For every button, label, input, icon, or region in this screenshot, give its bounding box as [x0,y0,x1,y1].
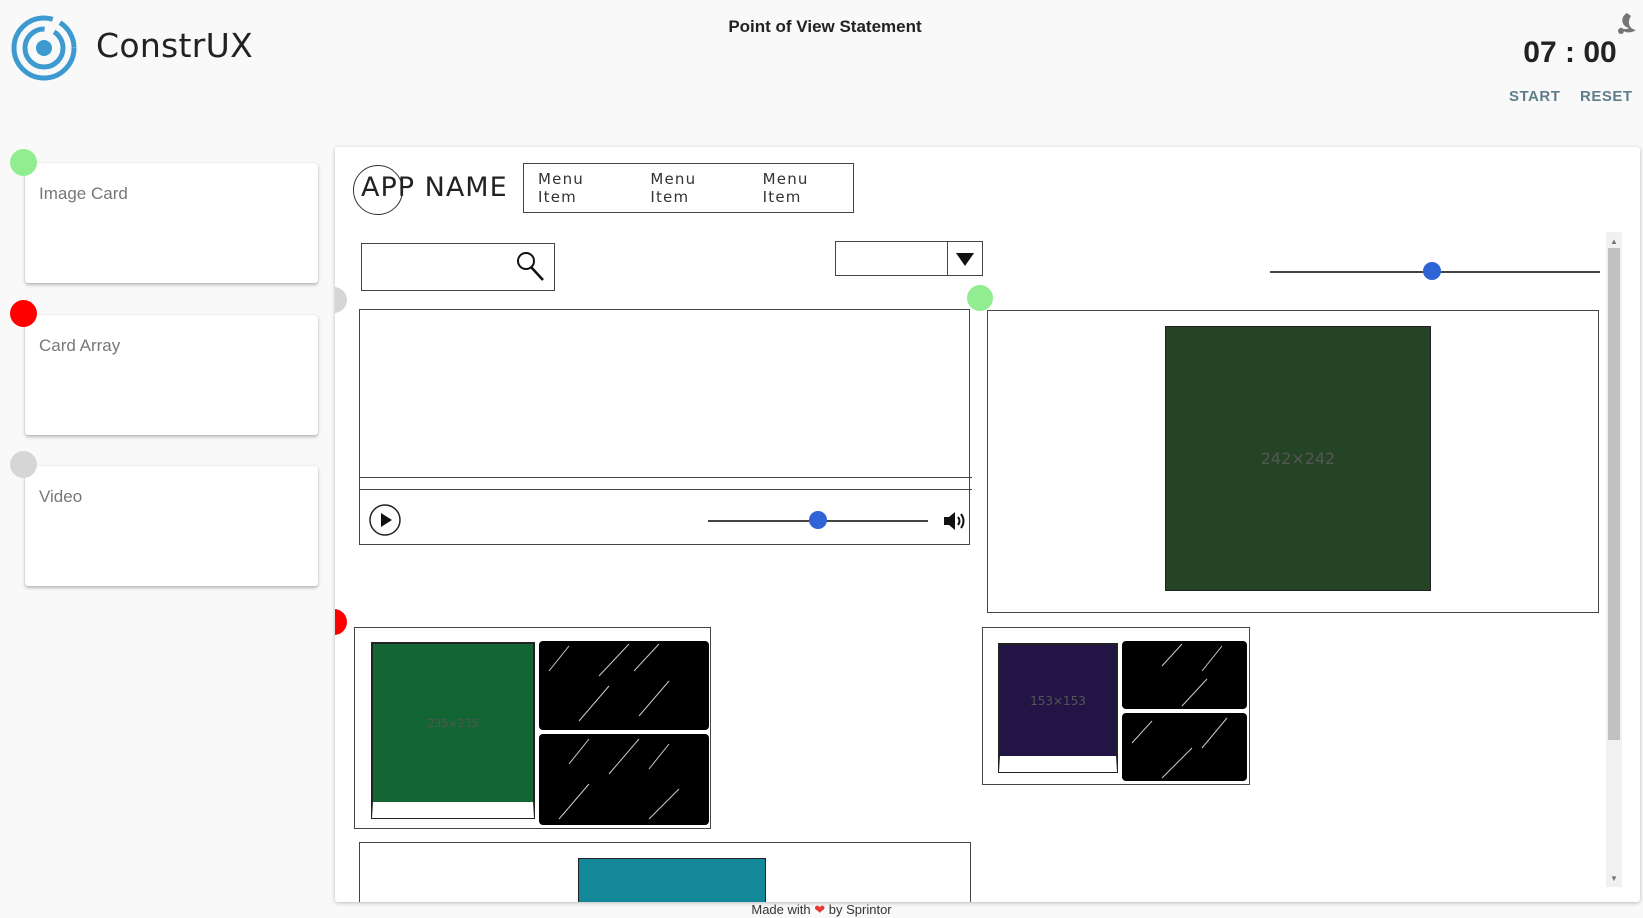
scroll-up-arrow-icon[interactable]: ▲ [1606,234,1622,248]
scribble-block [1122,641,1247,709]
scribble-block [539,734,709,825]
heart-icon: ❤ [814,902,826,917]
timer-display: 07 : 00 [1523,36,1617,69]
menu-item-2[interactable]: Menu Item [650,170,740,206]
scrollbar-thumb[interactable] [1608,248,1620,740]
start-button[interactable]: START [1509,88,1560,105]
status-dot-error [10,300,37,327]
wireframe-canvas: APP NAME Menu Item Menu Item Menu Item 2… [335,147,1640,902]
status-dot-pending [10,451,37,478]
sidebar-item-label: Video [39,487,83,506]
canvas-scrollbar[interactable]: ▲ ▼ [1606,232,1622,887]
scroll-down-arrow-icon[interactable]: ▼ [1606,871,1622,885]
page-title: Point of View Statement [728,17,922,36]
card-array: 153×153 [982,627,1250,785]
volume-slider[interactable] [708,510,928,530]
menu-bar: Menu Item Menu Item Menu Item [523,163,854,213]
card-image-placeholder: 235×235 [371,642,535,819]
triangle-down-icon [956,252,974,266]
menu-item-1[interactable]: Menu Item [538,170,628,206]
dropdown-toggle[interactable] [947,242,982,275]
footer-text-after: by Sprintor [828,902,892,917]
slider-handle[interactable] [1422,262,1441,280]
sidebar-item-card-array[interactable]: Card Array [25,315,318,435]
night-mode-icon[interactable] [1615,12,1637,36]
search-input[interactable] [361,243,555,291]
partial-card [359,842,971,902]
scribble-block [1122,713,1247,781]
video-status-dot [335,287,347,313]
video-player [359,309,972,545]
footer: Made with ❤ by Sprintor [0,902,1643,918]
sidebar-item-image-card[interactable]: Image Card [25,163,318,283]
scribble-block [539,641,709,730]
image-card-status-dot [967,285,993,311]
volume-handle[interactable] [809,511,827,529]
app-name: APP NAME [361,172,508,203]
menu-item-3[interactable]: Menu Item [763,170,853,206]
status-dot-complete [10,149,37,176]
card-array: 235×235 [354,627,711,829]
reset-button[interactable]: RESET [1580,88,1633,105]
volume-icon[interactable] [942,510,966,532]
sidebar-item-video[interactable]: Video [25,466,318,586]
search-icon[interactable] [512,248,548,284]
image-card: 242×242 [987,310,1599,613]
card-image-placeholder: 153×153 [998,643,1118,773]
image-placeholder [578,858,766,902]
play-icon[interactable] [368,503,402,537]
footer-text-before: Made with [751,902,811,917]
image-placeholder: 242×242 [1165,326,1431,591]
sidebar-item-label: Image Card [39,184,128,203]
card-array-status-dot [335,609,347,635]
dropdown-select[interactable] [835,241,983,276]
video-progress-bar[interactable] [359,477,972,490]
sidebar-item-label: Card Array [39,336,121,355]
range-slider[interactable] [1270,261,1600,281]
